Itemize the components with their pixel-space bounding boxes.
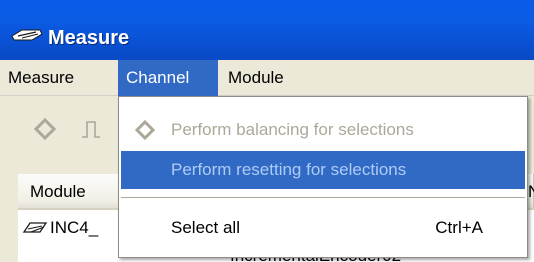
- menu-measure[interactable]: Measure: [0, 60, 82, 96]
- menu-channel[interactable]: Channel: [118, 60, 218, 96]
- menu-item-label: Perform resetting for selections: [171, 160, 407, 179]
- pulse-icon[interactable]: [80, 118, 102, 140]
- column-header-module[interactable]: Module: [18, 174, 120, 210]
- diamond-icon[interactable]: [34, 118, 56, 140]
- channel-dropdown: Perform balancing for selections Perform…: [118, 96, 528, 258]
- menu-bar: Measure Channel Module: [0, 60, 534, 96]
- menu-item-label: Perform balancing for selections: [171, 120, 414, 139]
- menu-separator: [121, 197, 525, 198]
- menu-item-label: Select all: [171, 218, 240, 237]
- menu-module[interactable]: Module: [220, 60, 292, 96]
- menu-item-shortcut: Ctrl+A: [435, 218, 483, 237]
- menu-item-select-all[interactable]: Select all Ctrl+A: [121, 209, 525, 247]
- menu-item-perform-resetting[interactable]: Perform resetting for selections: [121, 151, 525, 189]
- title-bar: Measure: [0, 0, 534, 60]
- module-cell: INC4_: [50, 218, 99, 237]
- window-title: Measure: [48, 27, 130, 49]
- table-row[interactable]: INC4_: [18, 210, 120, 262]
- menu-item-perform-balancing[interactable]: Perform balancing for selections: [121, 111, 525, 149]
- module-icon: [22, 222, 48, 233]
- app-icon: [11, 29, 43, 41]
- diamond-icon: [135, 120, 155, 140]
